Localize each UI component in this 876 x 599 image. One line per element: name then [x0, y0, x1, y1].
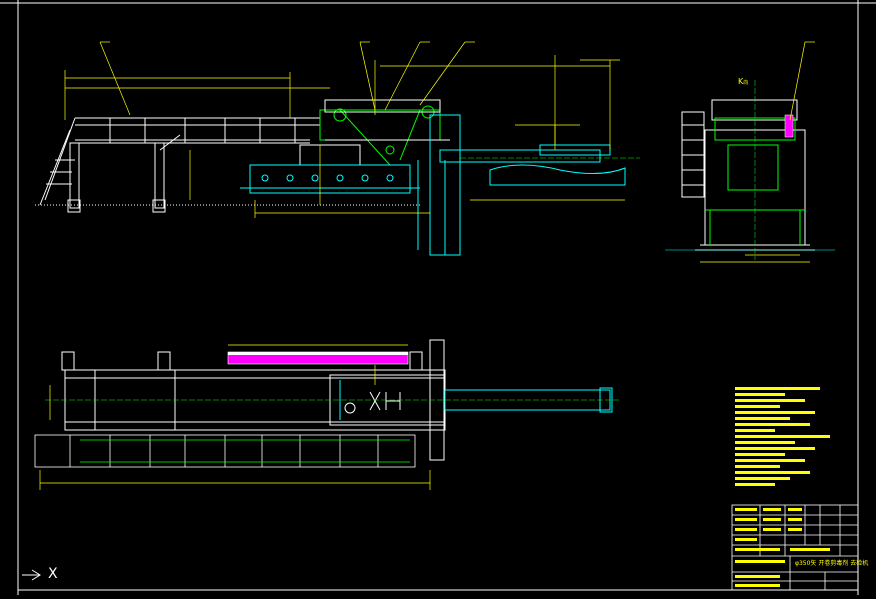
ucs-axis-label: X	[48, 566, 58, 582]
sheet-background	[0, 0, 876, 595]
k-view-suffix: 向	[743, 80, 749, 86]
k-view-label: K向	[738, 78, 748, 86]
title-block-title: φ350矢 开卷剪毒剂 去检机	[795, 560, 869, 567]
cad-drawing-svg	[0, 0, 876, 595]
cad-drawing-canvas[interactable]: K向 φ350矢 开卷剪毒剂 去检机 X	[0, 0, 876, 595]
